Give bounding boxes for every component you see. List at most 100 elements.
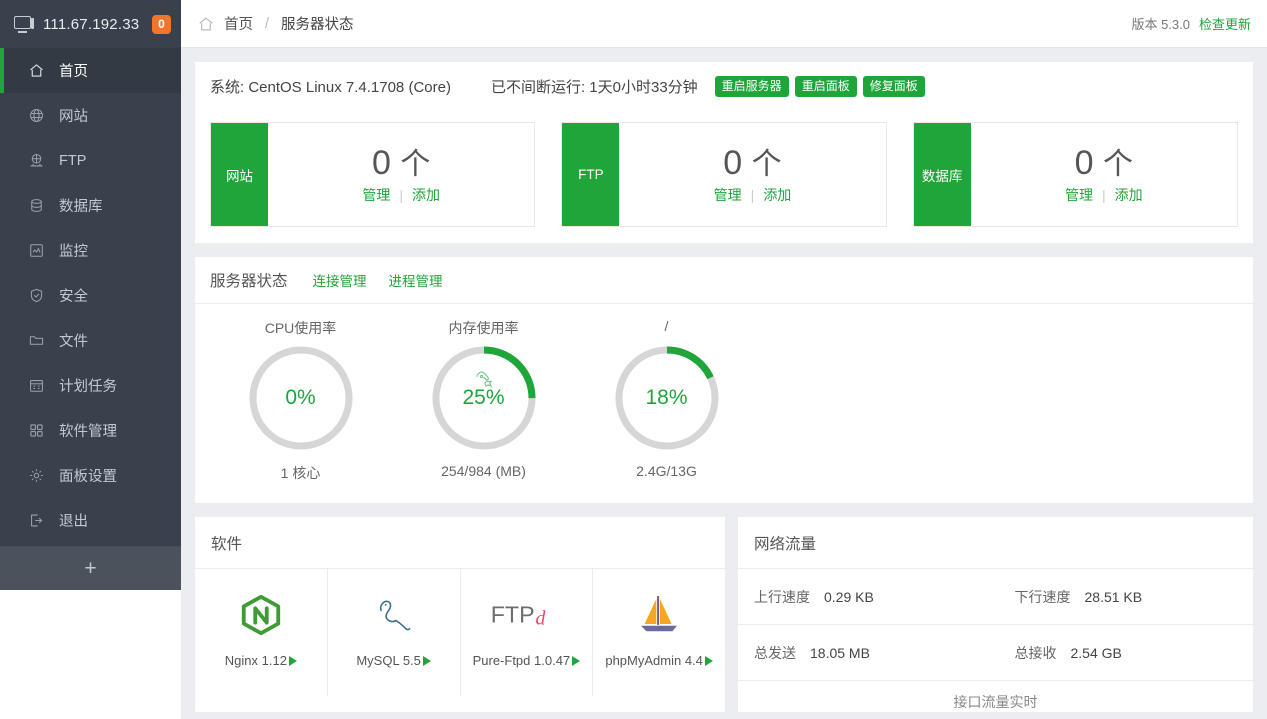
server-status-card: 服务器状态 连接管理 进程管理 CPU使用率: [195, 257, 1253, 503]
version-area: 版本 5.3.0 检查更新: [1131, 14, 1251, 33]
play-icon[interactable]: [705, 656, 713, 666]
breadcrumb-home[interactable]: 首页: [224, 13, 253, 34]
globe-icon: [28, 107, 45, 124]
download-speed-cell: 下行速度 28.51 KB: [993, 587, 1254, 607]
server-ip-label: 111.67.192.33: [43, 16, 143, 33]
sidebar-item-label: 软件管理: [59, 420, 117, 441]
section-gap: [195, 243, 1253, 257]
sidebar-item-ftp[interactable]: FTP: [0, 138, 181, 183]
sidebar-item-label: 计划任务: [59, 375, 117, 396]
stat-manage-link[interactable]: 管理: [1065, 185, 1093, 205]
stat-count-unit: 个: [1103, 148, 1133, 181]
bottom-panels: 软件 Nginx 1.12: [181, 517, 1267, 712]
database-icon: [28, 197, 45, 214]
total-sent-value: 18.05 MB: [810, 645, 870, 661]
stat-add-link[interactable]: 添加: [1115, 185, 1143, 205]
home-icon: [197, 15, 215, 33]
process-manager-link[interactable]: 进程管理: [389, 270, 443, 290]
stat-card-database[interactable]: 数据库 0 个 管理 | 添加: [913, 122, 1238, 227]
system-info-row: 系统: CentOS Linux 7.4.1708 (Core) 已不间断运行:…: [195, 62, 1253, 110]
server-status-header: 服务器状态 连接管理 进程管理: [195, 257, 1253, 304]
check-update-link[interactable]: 检查更新: [1199, 14, 1251, 33]
software-panel-title: 软件: [195, 517, 725, 569]
sidebar-item-cron[interactable]: 计划任务: [0, 363, 181, 408]
restart-panel-button[interactable]: 重启面板: [795, 76, 857, 97]
grid-icon: [28, 422, 45, 439]
system-os-label: 系统: CentOS Linux 7.4.1708 (Core): [210, 76, 451, 97]
software-item-nginx[interactable]: Nginx 1.12: [195, 569, 328, 696]
stat-card-label: FTP: [562, 123, 619, 226]
gauge-subtitle: 2.4G/13G: [636, 463, 697, 479]
stat-card-count: 0 个: [1075, 144, 1133, 183]
server-status-links: 连接管理 进程管理: [313, 270, 443, 290]
total-received-value: 2.54 GB: [1071, 645, 1122, 661]
sidebar-header: 111.67.192.33 0: [0, 0, 181, 48]
gauge-cpu: CPU使用率 0% 1 核心: [209, 318, 392, 483]
network-panel: 网络流量 上行速度 0.29 KB 下行速度 28.51 KB 总发送 18.0…: [738, 517, 1253, 712]
home-icon: [28, 62, 45, 79]
restart-server-button[interactable]: 重启服务器: [715, 76, 789, 97]
sidebar-item-label: 网站: [59, 105, 88, 126]
stat-add-link[interactable]: 添加: [412, 185, 440, 205]
sidebar-item-files[interactable]: 文件: [0, 318, 181, 363]
sidebar-item-label: 面板设置: [59, 465, 117, 486]
system-uptime-label: 已不间断运行: 1天0小时33分钟: [491, 76, 698, 97]
svg-text:d: d: [536, 607, 546, 629]
play-icon[interactable]: [423, 656, 431, 666]
nginx-icon: [238, 587, 284, 643]
sidebar-item-database[interactable]: 数据库: [0, 183, 181, 228]
gauge-value: 0%: [248, 345, 354, 451]
network-row-total: 总发送 18.05 MB 总接收 2.54 GB: [738, 625, 1253, 681]
stat-card-ftp[interactable]: FTP 0 个 管理 | 添加: [561, 122, 886, 227]
stat-add-link[interactable]: 添加: [763, 185, 791, 205]
app-root: 111.67.192.33 0 首页 网站 FTP 数据库 监控: [0, 0, 1267, 719]
download-speed-label: 下行速度: [1015, 587, 1071, 607]
sidebar-item-label: 安全: [59, 285, 88, 306]
sidebar-item-monitor[interactable]: 监控: [0, 228, 181, 273]
sidebar-add-button[interactable]: +: [0, 546, 181, 590]
main-area: 首页 / 服务器状态 版本 5.3.0 检查更新 系统: CentOS Linu…: [181, 0, 1267, 719]
stat-card-body: 0 个 管理 | 添加: [268, 123, 534, 226]
overview-card: 系统: CentOS Linux 7.4.1708 (Core) 已不间断运行:…: [195, 62, 1253, 243]
sidebar-bottom-fill: [0, 590, 181, 719]
repair-panel-button[interactable]: 修复面板: [863, 76, 925, 97]
total-received-cell: 总接收 2.54 GB: [993, 643, 1254, 663]
gauges: CPU使用率 0% 1 核心 内存使用率: [195, 304, 1253, 503]
network-footer-label: 接口流量实时: [738, 681, 1253, 712]
sidebar-item-website[interactable]: 网站: [0, 93, 181, 138]
notification-badge[interactable]: 0: [152, 15, 171, 34]
software-name-row: Pure-Ftpd 1.0.47: [473, 653, 581, 668]
sidebar: 111.67.192.33 0 首页 网站 FTP 数据库 监控: [0, 0, 181, 719]
breadcrumb-separator: /: [265, 16, 269, 32]
connection-manager-link[interactable]: 连接管理: [313, 270, 367, 290]
folder-icon: [28, 332, 45, 349]
software-item-phpmyadmin[interactable]: phpMyAdmin 4.4: [593, 569, 725, 696]
sidebar-item-label: 首页: [59, 60, 88, 81]
software-item-mysql[interactable]: MySQL 5.5: [328, 569, 461, 696]
svg-text:FTP: FTP: [491, 602, 535, 628]
software-item-pureftpd[interactable]: FTPd Pure-Ftpd 1.0.47: [461, 569, 594, 696]
gauge-title: /: [665, 318, 669, 336]
upload-speed-cell: 上行速度 0.29 KB: [738, 587, 993, 607]
section-gap-2: [195, 503, 1253, 517]
stat-link-divider: |: [399, 187, 403, 203]
gauge-value: 18%: [614, 345, 720, 451]
stat-manage-link[interactable]: 管理: [362, 185, 390, 205]
sidebar-item-logout[interactable]: 退出: [0, 498, 181, 543]
play-icon[interactable]: [572, 656, 580, 666]
sidebar-item-home[interactable]: 首页: [0, 48, 181, 93]
stat-card-website[interactable]: 网站 0 个 管理 | 添加: [210, 122, 535, 227]
shield-icon: [28, 287, 45, 304]
breadcrumb: 首页 / 服务器状态: [197, 13, 354, 34]
stat-manage-link[interactable]: 管理: [714, 185, 742, 205]
sidebar-item-security[interactable]: 安全: [0, 273, 181, 318]
stat-count-value: 0: [1075, 144, 1094, 182]
sidebar-item-settings[interactable]: 面板设置: [0, 453, 181, 498]
mysql-icon: [370, 587, 418, 643]
play-icon[interactable]: [289, 656, 297, 666]
breadcrumb-current: 服务器状态: [281, 13, 354, 34]
sidebar-item-software[interactable]: 软件管理: [0, 408, 181, 453]
stat-count-unit: 个: [752, 148, 782, 181]
stat-card-body: 0 个 管理 | 添加: [971, 123, 1237, 226]
stat-count-unit: 个: [400, 148, 430, 181]
